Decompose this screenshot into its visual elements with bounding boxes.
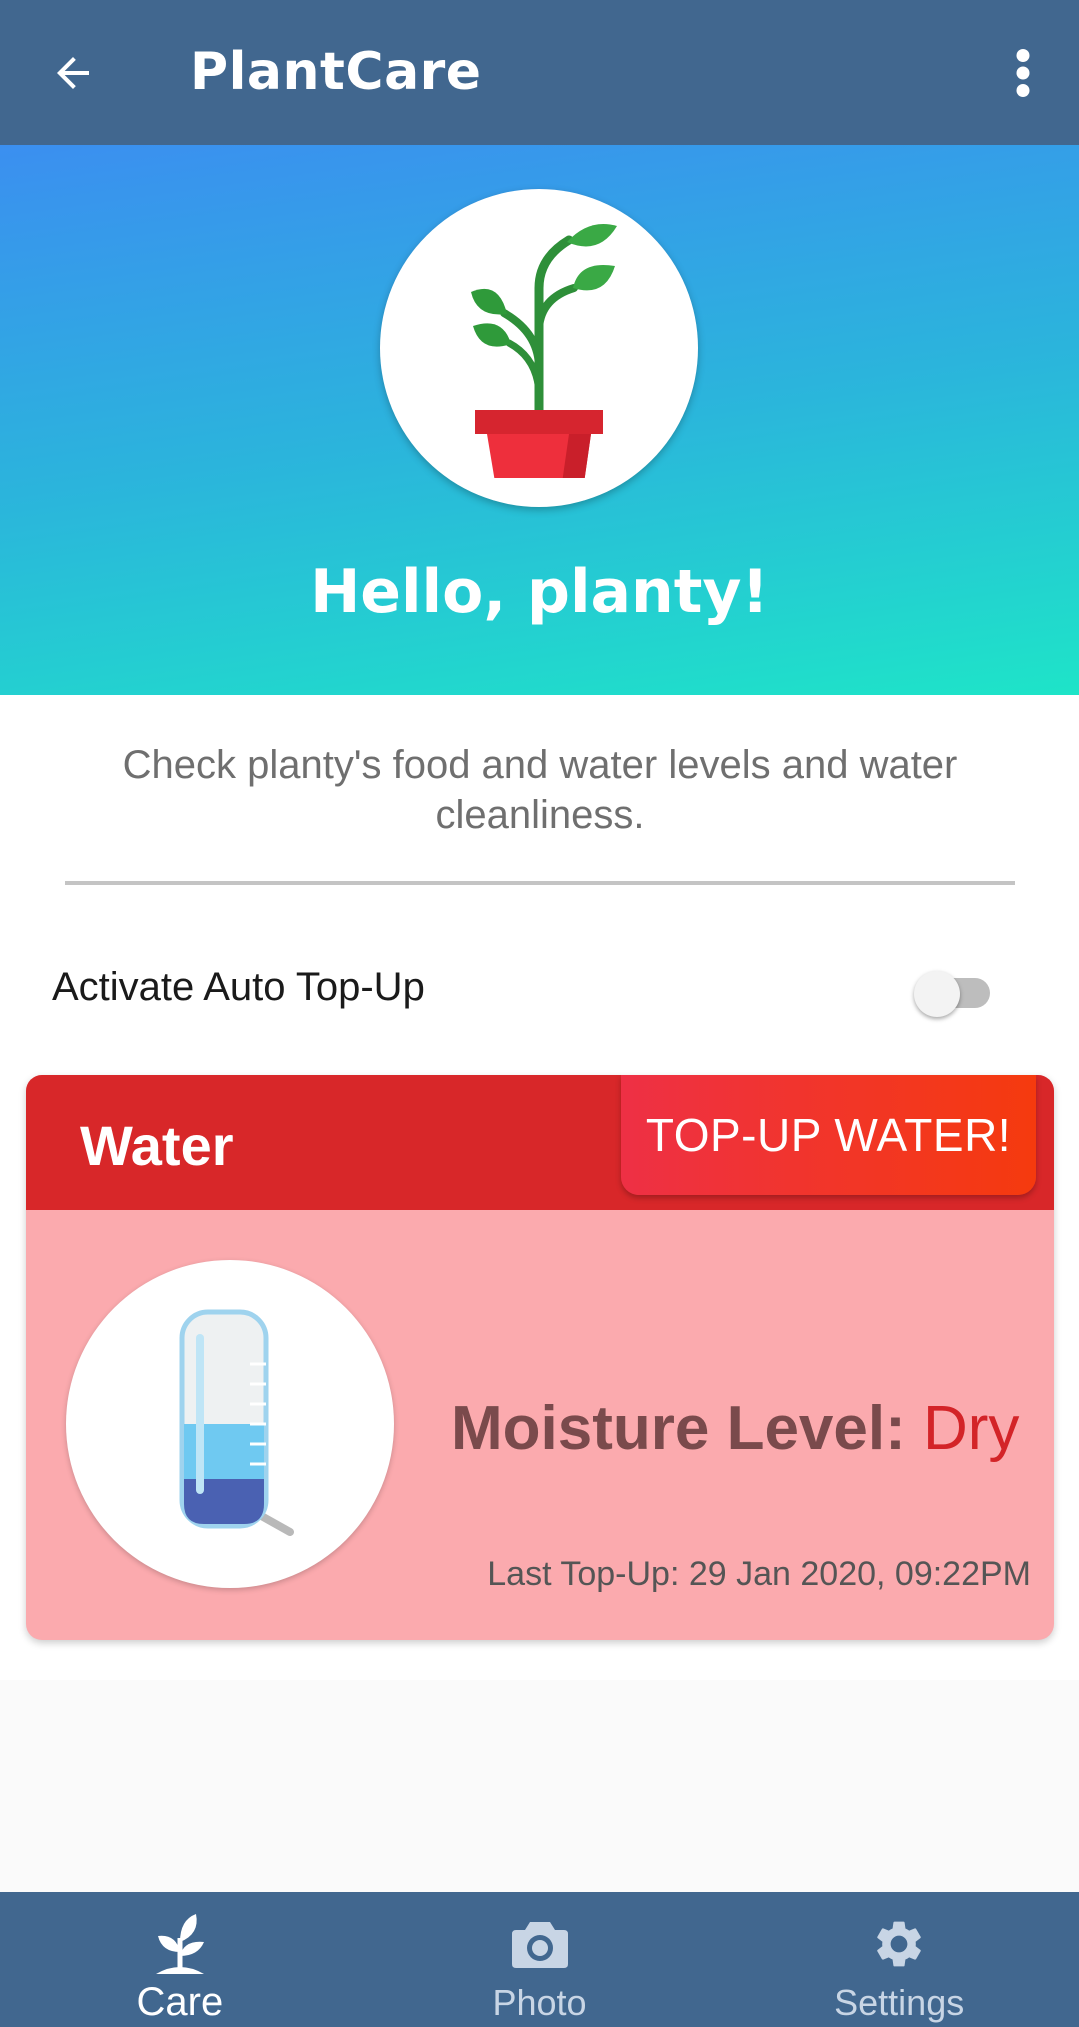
nav-settings-label: Settings xyxy=(834,1982,965,2023)
moisture-level: Moisture Level: Dry xyxy=(451,1393,1019,1464)
water-card-title: Water xyxy=(80,1114,234,1177)
overflow-menu-button[interactable] xyxy=(1000,40,1046,106)
nav-care-label: Care xyxy=(136,1980,224,2024)
greeting-title: Hello, planty! xyxy=(310,557,769,627)
arrow-left-icon xyxy=(57,57,89,89)
nav-care[interactable]: Care xyxy=(0,1892,360,2027)
nav-photo-label: Photo xyxy=(492,1982,587,2023)
app-title: PlantCare xyxy=(190,42,482,102)
water-bottle-avatar xyxy=(66,1260,394,1588)
plant-header: Hello, planty! xyxy=(0,145,1079,695)
last-topup-text: Last Top-Up: 29 Jan 2020, 09:22PM xyxy=(487,1555,1031,1593)
camera-icon xyxy=(511,1922,568,1968)
bottom-navigation: Care Photo Settings xyxy=(0,1892,1079,2027)
gear-icon xyxy=(877,1921,921,1967)
top-up-water-button[interactable]: TOP-UP WATER! xyxy=(621,1075,1036,1195)
app-bar: PlantCare xyxy=(0,0,1079,145)
auto-topup-label: Activate Auto Top-Up xyxy=(52,965,425,1009)
divider xyxy=(65,881,1015,885)
plant-avatar xyxy=(380,189,698,507)
water-card: Water TOP-UP WATER! Moisture Level: Dry … xyxy=(26,1075,1054,1640)
auto-topup-toggle[interactable] xyxy=(914,963,998,1019)
care-panel: Check planty's food and water levels and… xyxy=(0,695,1079,1680)
sprout-icon xyxy=(155,1914,204,1974)
nav-photo[interactable]: Photo xyxy=(360,1892,720,2027)
more-vertical-icon xyxy=(1016,49,1030,97)
potted-plant-icon xyxy=(471,224,617,478)
plantcare-screen: PlantCare Hello, planty! Check planty's … xyxy=(0,0,1079,2027)
nav-settings[interactable]: Settings xyxy=(719,1892,1079,2027)
back-button[interactable] xyxy=(40,40,106,106)
moisture-label: Moisture Level: xyxy=(451,1394,906,1463)
care-description: Check planty's food and water levels and… xyxy=(122,743,958,837)
moisture-value: Dry xyxy=(923,1394,1020,1463)
water-bottle-icon xyxy=(179,1309,294,1536)
toggle-thumb xyxy=(914,971,960,1017)
